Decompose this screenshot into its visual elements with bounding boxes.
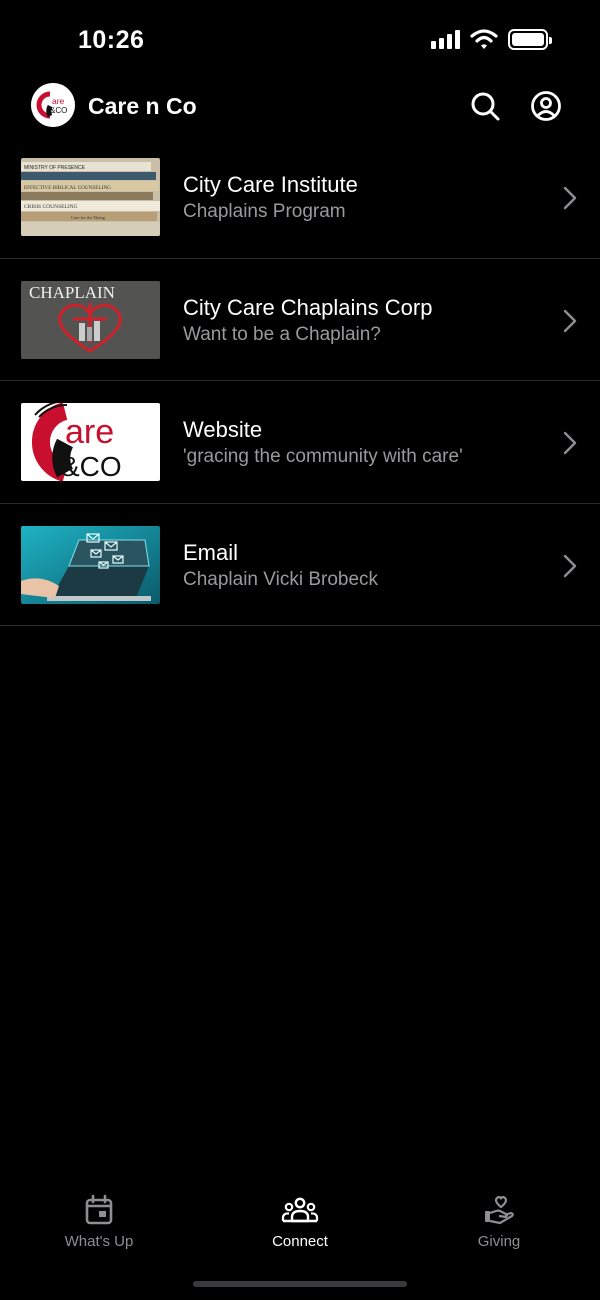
chevron-right-icon	[563, 431, 577, 455]
list-item[interactable]: MINISTRY OF PRESENCE EFFECTIVE BIBLICAL …	[0, 136, 600, 259]
chaplain-thumbnail: CHAPLAIN	[21, 280, 160, 359]
svg-text:Care for the Dying: Care for the Dying	[71, 215, 106, 220]
item-subtitle: 'gracing the community with care'	[183, 446, 463, 467]
item-title: City Care Chaplains Corp	[183, 294, 433, 320]
status-time: 10:26	[78, 26, 145, 54]
svg-text:EFFECTIVE BIBLICAL COUNSELING: EFFECTIVE BIBLICAL COUNSELING	[24, 185, 111, 191]
tab-label: What's Up	[64, 1233, 134, 1250]
hand-heart-icon	[485, 1196, 514, 1225]
chevron-right-icon	[563, 186, 577, 210]
app-title: Care n Co	[88, 93, 197, 119]
item-title: Website	[183, 417, 263, 442]
battery-icon	[508, 28, 552, 50]
email-thumbnail	[21, 525, 160, 604]
item-title: Email	[183, 539, 239, 565]
tab-bar: What's Up Connect Giving	[0, 1180, 600, 1270]
svg-text:&CO: &CO	[50, 106, 67, 115]
list-item[interactable]: are &CO Website 'gracing the community w…	[0, 381, 600, 504]
tab-label: Giving	[477, 1233, 521, 1250]
app-logo[interactable]: are &CO	[31, 83, 75, 127]
calendar-icon	[85, 1194, 113, 1225]
connect-list: MINISTRY OF PRESENCE EFFECTIVE BIBLICAL …	[0, 136, 600, 626]
item-title: City Care Institute	[183, 172, 358, 197]
tab-label: Connect	[272, 1233, 328, 1250]
svg-text:MINISTRY OF PRESENCE: MINISTRY OF PRESENCE	[24, 165, 86, 171]
care-and-co-logo-thumbnail: are &CO	[21, 403, 160, 481]
item-subtitle: Chaplain Vicki Brobeck	[183, 568, 379, 590]
status-icons	[431, 28, 552, 50]
tab-whats-up[interactable]: What's Up	[29, 1194, 169, 1250]
app-screen: 10:26 are &CO Care n Co MINISTRY OF PRES…	[0, 0, 600, 1300]
app-header: are &CO Care n Co	[0, 80, 600, 136]
books-thumbnail: MINISTRY OF PRESENCE EFFECTIVE BIBLICAL …	[21, 158, 160, 236]
chevron-right-icon	[563, 554, 577, 577]
chevron-right-icon	[563, 309, 577, 332]
svg-text:CHAPLAIN: CHAPLAIN	[29, 283, 115, 302]
svg-text:are: are	[52, 96, 65, 106]
svg-text:are: are	[65, 413, 114, 451]
profile-button[interactable]	[530, 90, 562, 122]
status-bar: 10:26	[0, 0, 600, 80]
item-subtitle: Want to be a Chaplain?	[183, 323, 381, 345]
tab-giving[interactable]: Giving	[429, 1194, 569, 1250]
item-subtitle: Chaplains Program	[183, 201, 346, 222]
tab-connect[interactable]: Connect	[230, 1194, 370, 1250]
list-item[interactable]: Email Chaplain Vicki Brobeck	[0, 504, 600, 626]
home-indicator	[193, 1281, 407, 1287]
search-icon	[471, 92, 500, 121]
cellular-signal-icon	[431, 29, 460, 49]
svg-text:CRISIS COUNSELING: CRISIS COUNSELING	[24, 204, 78, 210]
wifi-icon	[470, 29, 498, 49]
search-button[interactable]	[469, 90, 501, 122]
list-item[interactable]: CHAPLAIN City Care Chaplains Corp Want t…	[0, 259, 600, 381]
svg-text:&CO: &CO	[61, 451, 122, 481]
people-icon	[281, 1197, 319, 1223]
user-profile-icon	[531, 91, 561, 121]
